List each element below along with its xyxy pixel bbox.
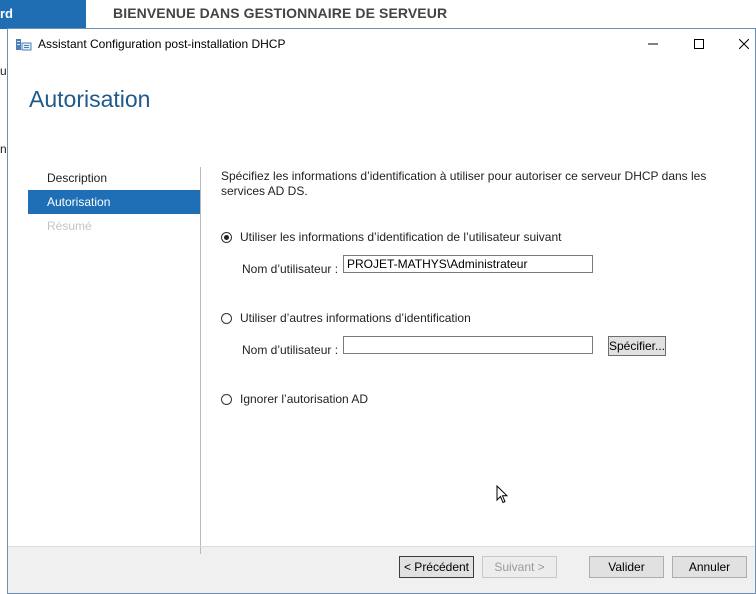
username-label: Nom d’utilisateur :	[242, 343, 339, 357]
previous-button[interactable]: < Précédent	[399, 556, 474, 578]
dialog-titlebar[interactable]: Assistant Configuration post-installatio…	[8, 29, 755, 59]
server-manager-welcome-title: BIENVENUE DANS GESTIONNAIRE DE SERVEUR	[113, 5, 448, 21]
close-icon	[739, 39, 749, 49]
wizard-step-autorisation[interactable]: Autorisation	[28, 190, 200, 214]
cancel-button[interactable]: Annuler	[672, 556, 747, 578]
instruction-text: Spécifiez les informations d’identificat…	[221, 169, 707, 198]
footer-divider	[8, 546, 755, 547]
close-button[interactable]	[721, 29, 756, 59]
wizard-step-description[interactable]: Description	[28, 166, 200, 190]
username-label: Nom d’utilisateur :	[242, 262, 339, 276]
wizard-step-list: Description Autorisation Résumé	[28, 166, 200, 238]
dialog-title: Assistant Configuration post-installatio…	[38, 37, 286, 51]
wizard-content: Autorisation Description Autorisation Ré…	[8, 59, 755, 554]
nav-fragment-text: rd	[0, 6, 13, 21]
option-skip-ad-authorization[interactable]: Ignorer l’autorisation AD	[221, 392, 368, 406]
minimize-button[interactable]	[630, 29, 676, 59]
radio-skip-ad-authorization[interactable]	[221, 393, 232, 405]
option-other-credentials[interactable]: Utiliser d’autres informations d’identif…	[221, 311, 471, 325]
maximize-icon	[694, 39, 704, 49]
maximize-button[interactable]	[676, 29, 722, 59]
option-other-credentials-label: Utiliser d’autres informations d’identif…	[240, 311, 471, 325]
wizard-step-resume: Résumé	[47, 219, 92, 233]
minimize-icon	[648, 43, 658, 45]
server-config-icon	[16, 39, 32, 51]
radio-other-credentials[interactable]	[221, 312, 232, 324]
server-manager-nav-fragment[interactable]: rd	[0, 0, 86, 29]
radio-current-credentials[interactable]	[221, 231, 232, 243]
option-skip-ad-authorization-label: Ignorer l’autorisation AD	[240, 392, 369, 406]
username-field-current[interactable]	[343, 255, 593, 273]
vertical-divider	[200, 167, 201, 554]
validate-button[interactable]: Valider	[589, 556, 664, 578]
mouse-cursor-icon	[496, 485, 508, 504]
dhcp-post-install-wizard-dialog: Assistant Configuration post-installatio…	[7, 28, 756, 594]
option-current-credentials-label: Utiliser les informations d’identificati…	[240, 230, 562, 244]
next-button: Suivant >	[482, 556, 557, 578]
specify-button[interactable]: Spécifier...	[608, 336, 666, 356]
username-field-other[interactable]	[343, 336, 593, 354]
option-current-credentials[interactable]: Utiliser les informations d’identificati…	[221, 230, 561, 244]
page-title: Autorisation	[29, 86, 151, 112]
